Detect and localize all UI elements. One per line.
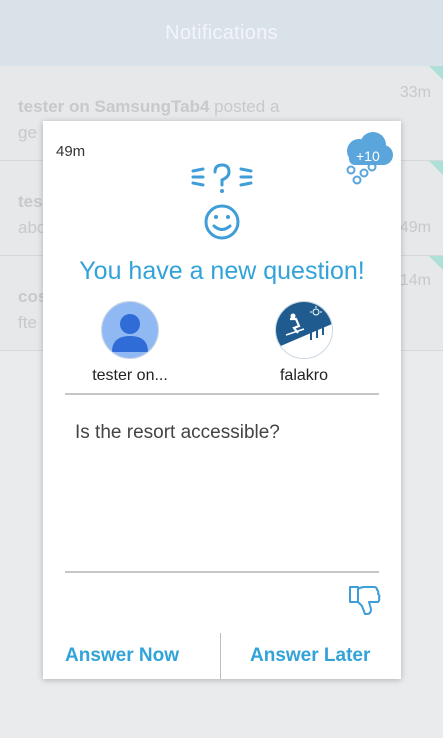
notification-time: 49m [399,219,431,236]
notification-time: 33m [399,84,431,101]
question-text: Is the resort accessible? [75,422,280,443]
skier-icon [276,302,332,358]
resort[interactable]: falakro [229,301,379,385]
thumbs-down-icon[interactable] [347,583,381,617]
notification-time: 14m [399,272,431,289]
question-dialog: 49m +10 You have a new question! tester … [43,121,401,679]
notification-user: tes [18,192,43,211]
asker[interactable]: tester on... [55,301,205,385]
divider [65,571,379,573]
user-avatar-icon [102,302,158,358]
answer-later-button[interactable]: Answer Later [250,633,370,679]
avatar[interactable] [101,301,159,359]
page-title: Notifications [165,21,278,44]
notification-user: tester on SamsungTab4 [18,97,210,116]
resort-name: falakro [279,367,329,384]
dialog-actions: Answer Now Answer Later [43,633,401,679]
notification-text: posted a [209,97,280,116]
dialog-title: You have a new question! [79,257,365,285]
app-header: Notifications [0,0,443,66]
question-face-icon [191,163,253,240]
unread-marker [429,161,443,175]
unread-marker [429,256,443,270]
divider [65,393,379,395]
points-badge: +10 [343,129,395,185]
answer-now-button[interactable]: Answer Now [65,633,179,679]
asker-name: tester on... [92,367,168,384]
dialog-time: 49m [56,143,86,160]
resort-logo[interactable] [275,301,333,359]
unread-marker [429,66,443,80]
points-value: +10 [356,148,380,164]
button-divider [220,633,221,679]
